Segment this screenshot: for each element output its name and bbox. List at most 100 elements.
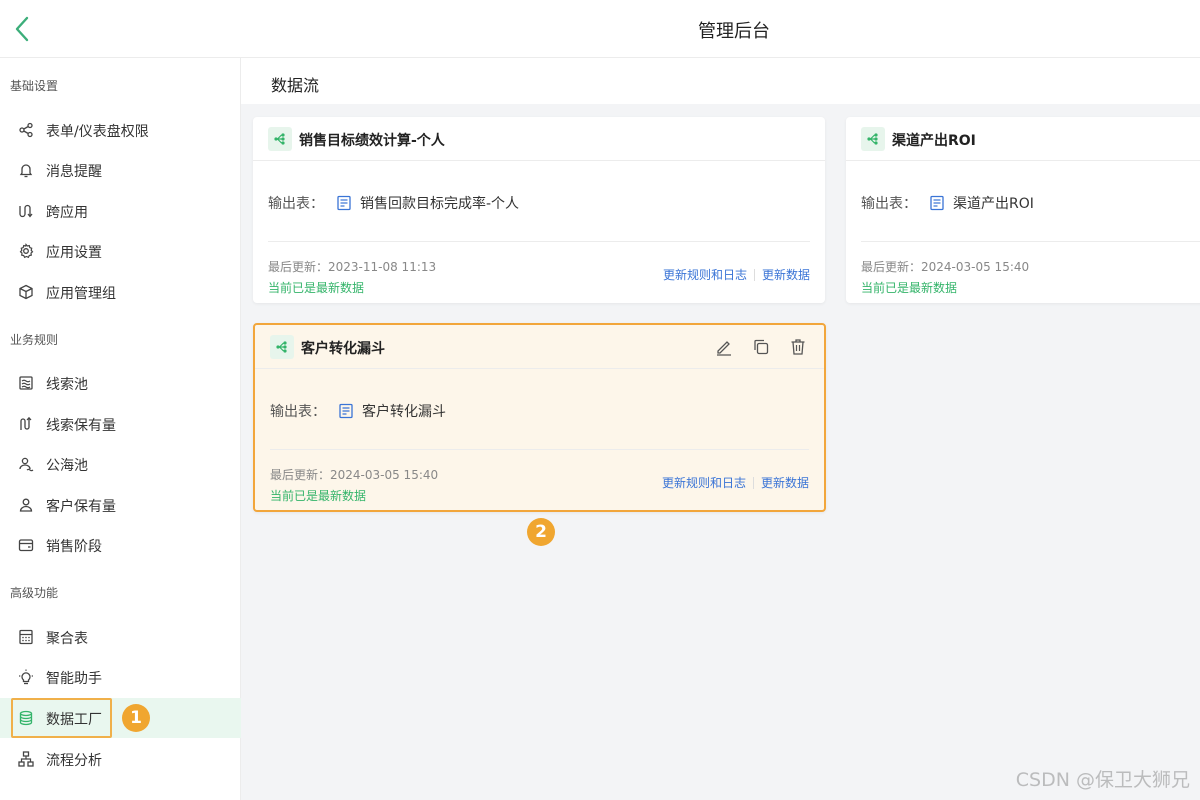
dataflow-icon — [268, 127, 292, 151]
sidebar-item-label: 公海池 — [46, 458, 88, 474]
bell-icon — [19, 164, 33, 178]
output-table-name[interactable]: 客户转化漏斗 — [362, 404, 446, 420]
calculator-icon — [19, 629, 33, 645]
output-row: 输出表： 渠道产出ROI — [861, 193, 1034, 213]
sidebar-item-label: 客户保有量 — [46, 499, 116, 515]
card-links: 更新规则和日志 更新数据 — [662, 474, 809, 491]
output-row: 输出表： 销售回款目标完成率-个人 — [268, 193, 519, 213]
output-label: 输出表： — [861, 196, 917, 212]
annotation-badge: 2 — [527, 518, 555, 546]
dataflow-card[interactable]: 销售目标绩效计算-个人 输出表： 销售回款目标完成率-个人 最后更新：2023-1… — [253, 117, 825, 303]
sidebar-group-title: 基础设置 — [10, 79, 59, 93]
output-label: 输出表： — [270, 404, 326, 420]
card-title: 销售目标绩效计算-个人 — [299, 133, 445, 149]
sidebar-item-data-factory[interactable]: 数据工厂 1 — [0, 698, 241, 738]
customer-icon — [19, 498, 33, 512]
annotation-badge: 1 — [122, 704, 150, 732]
output-row: 输出表： 客户转化漏斗 — [270, 401, 446, 421]
lead-pool-icon — [19, 376, 33, 390]
divider — [861, 241, 1200, 242]
sidebar-item-label: 销售阶段 — [46, 539, 102, 555]
sidebar-item-flow-analysis[interactable]: 流程分析 — [0, 739, 241, 779]
sidebar-item-label: 跨应用 — [46, 205, 88, 221]
content-header: 数据流 — [241, 58, 1200, 104]
sidebar-item-label: 线索池 — [46, 377, 88, 393]
sidebar-item-label: 智能助手 — [46, 671, 102, 687]
output-label: 输出表： — [268, 196, 324, 212]
sidebar-item-public-pool[interactable]: 公海池 — [0, 444, 241, 484]
sidebar-item-label: 消息提醒 — [46, 164, 102, 180]
link-separator — [753, 269, 755, 281]
sidebar-item-label: 应用设置 — [46, 245, 102, 261]
gear-icon — [19, 243, 34, 259]
section-title: 数据流 — [271, 76, 320, 95]
card-header: 销售目标绩效计算-个人 — [253, 117, 825, 161]
sidebar: 基础设置 表单/仪表盘权限 消息提醒 跨应用 应用设置 应用管理组 业务规则 线… — [0, 58, 241, 800]
divider — [270, 449, 809, 450]
pencil-icon — [716, 341, 731, 356]
sidebar-item-form-permission[interactable]: 表单/仪表盘权限 — [0, 110, 241, 150]
sidebar-item-customer-hold[interactable]: 客户保有量 — [0, 485, 241, 525]
status-text: 当前已是最新数据 — [270, 489, 367, 503]
last-updated: 最后更新：2024-03-05 15:40 — [270, 468, 439, 482]
watermark: CSDN @保卫大狮兄 — [1015, 769, 1190, 791]
cross-app-icon — [19, 204, 33, 218]
public-pool-icon — [19, 457, 34, 472]
sidebar-group-title: 高级功能 — [10, 586, 59, 600]
sidebar-item-app-admin-group[interactable]: 应用管理组 — [0, 272, 241, 312]
status-text: 当前已是最新数据 — [268, 281, 365, 295]
last-updated: 最后更新：2023-11-08 11:13 — [268, 260, 437, 274]
dataflow-icon — [270, 335, 294, 359]
sidebar-item-cross-app[interactable]: 跨应用 — [0, 191, 241, 231]
update-rules-log-link[interactable]: 更新规则和日志 — [662, 476, 746, 490]
dataflow-icon — [861, 127, 885, 151]
table-icon — [337, 195, 351, 211]
sidebar-item-label: 表单/仪表盘权限 — [46, 124, 149, 140]
top-bar: 管理后台 — [0, 0, 1200, 58]
flow-icon — [18, 751, 34, 767]
table-icon — [339, 403, 353, 419]
link-separator — [752, 477, 754, 489]
trash-icon — [791, 339, 805, 355]
sidebar-item-lead-pool[interactable]: 线索池 — [0, 363, 241, 403]
sidebar-item-label: 流程分析 — [46, 753, 102, 769]
card-header: 客户转化漏斗 — [255, 325, 824, 369]
divider — [268, 241, 810, 242]
delete-button[interactable] — [788, 337, 808, 357]
cube-icon — [19, 284, 33, 300]
sidebar-item-lead-hold[interactable]: 线索保有量 — [0, 404, 241, 444]
sidebar-item-notification[interactable]: 消息提醒 — [0, 150, 241, 190]
sidebar-item-label: 聚合表 — [46, 631, 88, 647]
copy-icon — [754, 339, 769, 355]
sidebar-item-aggregate-table[interactable]: 聚合表 — [0, 617, 241, 657]
output-table-name[interactable]: 渠道产出ROI — [953, 196, 1034, 212]
last-updated: 最后更新：2024-03-05 15:40 — [861, 260, 1030, 274]
sidebar-item-label: 线索保有量 — [46, 418, 116, 434]
annotation-highlight-box — [11, 698, 112, 738]
table-icon — [930, 195, 944, 211]
dataflow-card[interactable]: 渠道产出ROI 输出表： 渠道产出ROI 最后更新：2024-03-05 15:4… — [846, 117, 1200, 303]
sidebar-item-smart-assistant[interactable]: 智能助手 — [0, 657, 241, 697]
page-title: 管理后台 — [698, 21, 770, 42]
share-icon — [19, 122, 33, 138]
dataflow-card-selected[interactable]: 客户转化漏斗 输出表： 客户转化漏斗 最后更新：2024-03-05 15:40 … — [253, 323, 826, 512]
sidebar-item-app-settings[interactable]: 应用设置 — [0, 231, 241, 271]
status-text: 当前已是最新数据 — [861, 281, 958, 295]
edit-button[interactable] — [714, 337, 734, 357]
sidebar-item-label: 应用管理组 — [46, 286, 116, 302]
update-rules-log-link[interactable]: 更新规则和日志 — [663, 268, 747, 282]
wallet-icon — [18, 539, 34, 552]
copy-button[interactable] — [751, 337, 771, 357]
bulb-icon — [19, 669, 33, 685]
card-links: 更新规则和日志 更新数据 — [663, 266, 810, 283]
card-title: 渠道产出ROI — [892, 133, 976, 149]
sidebar-group-title: 业务规则 — [10, 333, 59, 347]
output-table-name[interactable]: 销售回款目标完成率-个人 — [360, 196, 519, 212]
card-header: 渠道产出ROI — [846, 117, 1200, 161]
card-title: 客户转化漏斗 — [301, 341, 385, 357]
lead-hold-icon — [20, 416, 32, 430]
update-data-link[interactable]: 更新数据 — [762, 268, 810, 282]
sidebar-item-sales-stage[interactable]: 销售阶段 — [0, 525, 241, 565]
update-data-link[interactable]: 更新数据 — [761, 476, 809, 490]
card-actions — [702, 337, 808, 361]
